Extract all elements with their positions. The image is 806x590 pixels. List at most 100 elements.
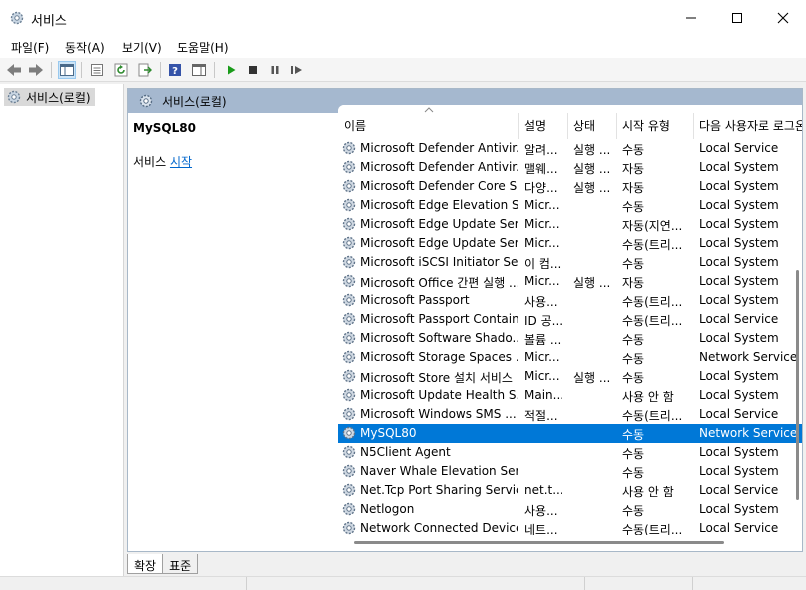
service-row[interactable]: Microsoft Store 설치 서비스 Micr... 실행 ... 수동…: [338, 367, 802, 386]
service-row[interactable]: Microsoft Defender Antivir... 알려... 실행 .…: [338, 139, 802, 158]
service-name: MySQL80: [360, 426, 417, 440]
service-startup-type: 수동: [622, 447, 645, 461]
refresh-button[interactable]: [112, 61, 130, 79]
service-description: Micr...: [524, 217, 560, 231]
service-status: 실행 ...: [573, 276, 611, 290]
service-logon-as: Local System: [699, 274, 779, 288]
console-tree: 서비스(로컬): [0, 84, 124, 576]
vertical-scrollbar[interactable]: [791, 84, 806, 554]
column-header-logon-as[interactable]: 다음 사용자로 로그온: [699, 117, 802, 134]
pause-service-button[interactable]: [266, 61, 284, 79]
column-header-status[interactable]: 상태: [573, 117, 595, 134]
stop-service-button[interactable]: [244, 61, 262, 79]
service-name: Microsoft Edge Update Ser...: [360, 217, 518, 231]
minimize-icon: [686, 17, 696, 19]
service-logon-as: Network Service: [699, 350, 798, 364]
service-logon-as: Local System: [699, 236, 779, 250]
service-row[interactable]: Microsoft Update Health S... Main... 사용 …: [338, 386, 802, 405]
vertical-scrollbar-thumb[interactable]: [796, 270, 799, 500]
service-name: Net.Tcp Port Sharing Service: [360, 483, 518, 497]
service-gear-icon: [342, 312, 356, 326]
menu-file[interactable]: 파일(F): [11, 39, 49, 56]
horizontal-scrollbar-thumb[interactable]: [354, 541, 724, 544]
service-status: 실행 ...: [573, 143, 611, 157]
service-startup-type: 수동: [622, 352, 645, 366]
service-row[interactable]: Microsoft Office 간편 실행 ... Micr... 실행 ..…: [338, 272, 802, 291]
show-hide-tree-button[interactable]: [58, 61, 76, 79]
service-startup-type: 수동: [622, 466, 645, 480]
service-row[interactable]: Microsoft Storage Spaces ... Micr... 수동 …: [338, 348, 802, 367]
service-description: Micr...: [524, 350, 560, 364]
close-button[interactable]: [760, 0, 806, 36]
minimize-button[interactable]: [668, 0, 714, 36]
service-description-panel: MySQL80 서비스 시작: [128, 113, 336, 551]
menu-view[interactable]: 보기(V): [122, 39, 162, 56]
tab-standard[interactable]: 표준: [162, 554, 199, 574]
service-row[interactable]: Microsoft Software Shado... 볼륨 ... 수동 Lo…: [338, 329, 802, 348]
service-row[interactable]: Microsoft iSCSI Initiator Se... 이 컴... 수…: [338, 253, 802, 272]
service-description: 적절...: [524, 409, 558, 423]
help-button[interactable]: ?: [166, 61, 184, 79]
service-row[interactable]: Microsoft Passport Container ID 공... 수동(…: [338, 310, 802, 329]
service-name: Microsoft Defender Core S...: [360, 179, 518, 193]
services-gear-icon: [10, 11, 24, 25]
service-row[interactable]: Net.Tcp Port Sharing Service net.t... 사용…: [338, 481, 802, 500]
service-gear-icon: [342, 179, 356, 193]
service-row[interactable]: MySQL80 수동 Network Service: [338, 424, 802, 443]
service-startup-type: 수동: [622, 200, 645, 214]
service-description: 맬웨...: [524, 162, 558, 176]
service-row[interactable]: Microsoft Defender Core S... 다양... 실행 ..…: [338, 177, 802, 196]
service-logon-as: Local Service: [699, 312, 779, 326]
service-row[interactable]: Naver Whale Elevation Serv... 수동 Local S…: [338, 462, 802, 481]
service-gear-icon: [342, 255, 356, 269]
service-row[interactable]: Microsoft Windows SMS ... 적절... 수동(트리...…: [338, 405, 802, 424]
service-description: 사용...: [524, 295, 558, 309]
tab-extended[interactable]: 확장: [127, 554, 164, 574]
export-list-button[interactable]: [136, 61, 154, 79]
start-service-link[interactable]: 시작: [170, 155, 192, 169]
service-startup-type: 수동: [622, 333, 645, 347]
service-logon-as: Local Service: [699, 407, 779, 421]
menu-help[interactable]: 도움말(H): [177, 39, 229, 56]
back-button[interactable]: [5, 61, 23, 79]
service-description: net.t...: [524, 483, 562, 497]
restart-service-button[interactable]: [288, 61, 306, 79]
column-header-description[interactable]: 설명: [524, 117, 546, 134]
horizontal-scrollbar[interactable]: [338, 535, 802, 549]
service-gear-icon: [342, 331, 356, 345]
services-pane: 서비스(로컬) MySQL80 서비스 시작 이름 설명 상태 시작 유형 다음…: [127, 88, 803, 552]
service-row[interactable]: Microsoft Edge Elevation S... Micr... 수동…: [338, 196, 802, 215]
maximize-button[interactable]: [714, 0, 760, 36]
service-row[interactable]: Microsoft Passport 사용... 수동(트리... Local …: [338, 291, 802, 310]
service-row[interactable]: Netlogon 사용... 수동 Local System: [338, 500, 802, 519]
export-list-icon: [138, 63, 152, 77]
service-description: 이 컴...: [524, 257, 562, 271]
service-row[interactable]: Microsoft Edge Update Ser... Micr... 자동(…: [338, 215, 802, 234]
service-logon-as: Local Service: [699, 141, 779, 155]
service-description: 알려...: [524, 143, 558, 157]
service-row[interactable]: Microsoft Edge Update Ser... Micr... 수동(…: [338, 234, 802, 253]
services-gear-icon: [139, 94, 153, 108]
restart-service-icon: [291, 66, 302, 74]
service-name: Microsoft Defender Antivir...: [360, 141, 518, 155]
service-gear-icon: [342, 521, 356, 535]
tree-item-services-local[interactable]: 서비스(로컬): [4, 88, 95, 106]
service-name: Microsoft Edge Update Ser...: [360, 236, 518, 250]
service-gear-icon: [342, 445, 356, 459]
properties-button[interactable]: [88, 61, 106, 79]
start-service-button[interactable]: [222, 61, 240, 79]
service-description: Micr...: [524, 274, 560, 288]
service-startup-type: 자동: [622, 162, 645, 176]
menu-action[interactable]: 동작(A): [65, 39, 105, 56]
service-description: 볼륨 ...: [524, 333, 562, 347]
service-startup-type: 수동: [622, 257, 645, 271]
column-header-name[interactable]: 이름: [344, 117, 366, 134]
service-logon-as: Network Service: [699, 426, 798, 440]
service-row[interactable]: Microsoft Defender Antivir... 맬웨... 실행 .…: [338, 158, 802, 177]
column-header-startup-type[interactable]: 시작 유형: [622, 117, 670, 134]
forward-button[interactable]: [27, 61, 45, 79]
service-startup-type: 수동: [622, 504, 645, 518]
service-name: Microsoft Passport: [360, 293, 470, 307]
service-row[interactable]: N5Client Agent 수동 Local System: [338, 443, 802, 462]
show-hide-action-pane-button[interactable]: [190, 61, 208, 79]
